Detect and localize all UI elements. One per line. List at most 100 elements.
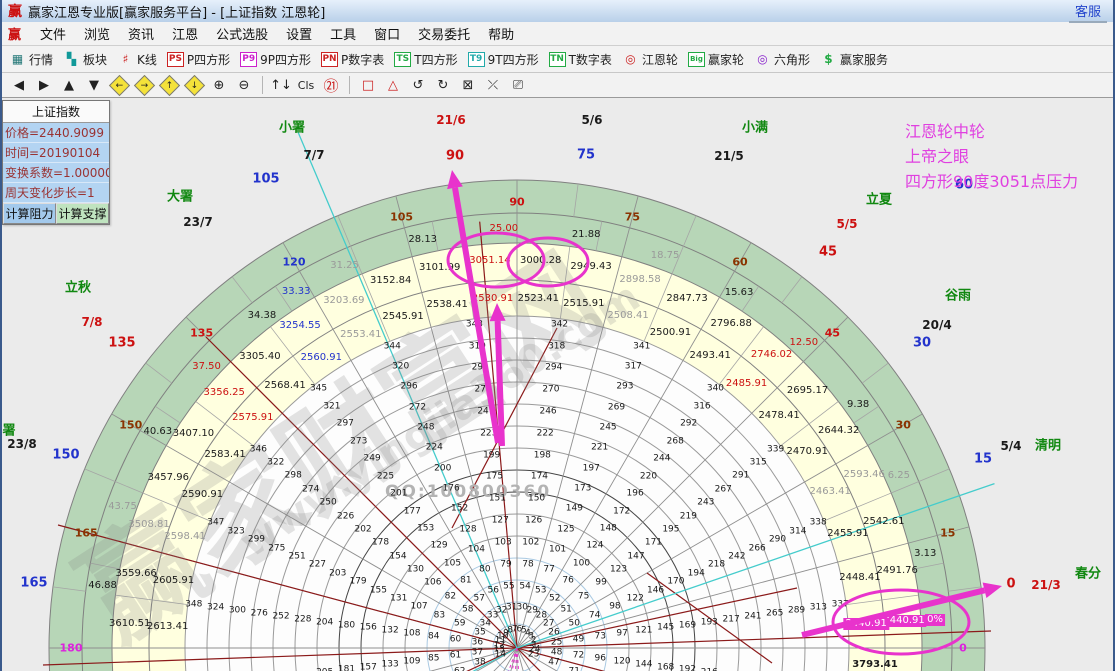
toolbar-label: P四方形 — [187, 51, 230, 68]
wheel-label: 76 — [562, 577, 573, 586]
wheel-label: 79 — [500, 560, 511, 569]
wheel-label: 2515.91 — [563, 299, 604, 309]
toolbar2-triangle-tool[interactable]: △ — [382, 76, 404, 95]
wheel-label: 3559.66 — [115, 569, 156, 579]
wheel-label: 145 — [657, 624, 674, 633]
wheel-label: 47 — [548, 659, 559, 668]
toolbar-label: 板块 — [83, 51, 107, 68]
wheel-label: 2523.41 — [518, 294, 559, 304]
wheel-label: 6.25 — [888, 471, 910, 481]
wheel-label: 3793.41 — [852, 660, 898, 670]
title-bar: 赢 赢家江恩专业版[赢家服务平台] - [上证指数 江恩轮] 客服 — [2, 0, 1113, 22]
window-title: 赢家江恩专业版[赢家服务平台] - [上证指数 江恩轮] — [28, 2, 325, 21]
wheel-label: 15 — [940, 527, 955, 538]
menu-item-帮助[interactable]: 帮助 — [479, 22, 523, 45]
menu-item-设置[interactable]: 设置 — [277, 22, 321, 45]
winner-wheel-icon: Big — [688, 52, 705, 67]
wheel-label: 3101.99 — [419, 263, 460, 273]
toolbar-button-六角形[interactable]: ◎六角形 — [751, 51, 813, 68]
menu-item-江恩[interactable]: 江恩 — [163, 22, 207, 45]
wheel-label: 144 — [635, 660, 652, 669]
wheel-label: 38 — [474, 659, 485, 668]
wheel-label: 40.63 — [144, 427, 173, 437]
toolbar2-zoom-out[interactable]: ⊖ — [233, 76, 255, 95]
toolbar-button-赢家服务[interactable]: $赢家服务 — [817, 51, 891, 68]
wheel-label: 7/8 — [81, 316, 102, 328]
wheel-label: 77 — [543, 566, 554, 575]
info-row: 价格=2440.9099 — [3, 123, 109, 143]
menu-item-公式选股[interactable]: 公式选股 — [207, 22, 277, 45]
wheel-label: 2605.91 — [153, 576, 194, 586]
toolbar-button-T数字表[interactable]: TNT数字表 — [546, 51, 615, 68]
toolbar-button-行情[interactable]: ▦行情 — [6, 51, 56, 68]
toolbar-button-江恩轮[interactable]: ◎江恩轮 — [619, 51, 681, 68]
toolbar-button-赢家轮[interactable]: Big赢家轮 — [685, 51, 747, 68]
toolbar-button-板块[interactable]: ▚板块 — [60, 51, 110, 68]
wheel-label: 83 — [434, 611, 445, 620]
toolbar-button-9T四方形[interactable]: T99T四方形 — [465, 51, 542, 68]
toolbar-label: T四方形 — [414, 51, 457, 68]
wheel-label: 241 — [744, 612, 761, 621]
wheel-label: 21.88 — [572, 230, 601, 240]
customer-service-link[interactable]: 客服 — [1069, 0, 1107, 23]
wheel-label: 340 — [707, 385, 724, 394]
toolbar2-nav-up[interactable]: ▲ — [58, 76, 80, 95]
toolbar-button-K线[interactable]: ♯K线 — [114, 51, 160, 68]
toolbar2-nav-left[interactable]: ◀ — [8, 76, 30, 95]
toolbar2-shift-left[interactable]: ← — [108, 76, 130, 95]
wheel-label: 165 — [75, 527, 98, 538]
toolbar2-box-x[interactable]: ⊠ — [457, 76, 479, 95]
wheel-label: 3000.28 — [520, 256, 561, 266]
wheel-label: 61 — [450, 652, 461, 661]
menu-item-窗口[interactable]: 窗口 — [365, 22, 409, 45]
toolbar2-rotate-cw[interactable]: ↻ — [432, 76, 454, 95]
toolbar-button-P四方形[interactable]: PSP四方形 — [164, 51, 233, 68]
toolbar2-shift-right[interactable]: → — [133, 76, 155, 95]
wheel-label: 23/8 — [7, 438, 36, 450]
wheel-label: 2545.91 — [382, 312, 423, 322]
toolbar-button-P数字表[interactable]: PNP数字表 — [318, 51, 387, 68]
menu-item-浏览[interactable]: 浏览 — [75, 22, 119, 45]
wheel-label: 218 — [708, 561, 725, 570]
toolbar-button-T四方形[interactable]: TST四方形 — [391, 51, 460, 68]
wheel-label: 106 — [424, 579, 441, 588]
wheel-label: 228 — [294, 615, 311, 624]
toolbar2-fit[interactable]: ⤫ — [482, 76, 504, 95]
wheel-label: 246 — [539, 408, 556, 417]
wheel-label: 323 — [228, 527, 245, 536]
wheel-label: 5/5 — [836, 218, 857, 230]
toolbar2-shift-up[interactable]: ↑ — [158, 76, 180, 95]
wheel-label: 219 — [680, 512, 697, 521]
wheel-label: 75 — [625, 212, 640, 223]
toolbar-button-9P四方形[interactable]: P99P四方形 — [237, 51, 314, 68]
toolbar2-shift-down[interactable]: ↓ — [183, 76, 205, 95]
pn-icon: PN — [321, 52, 338, 67]
wheel-label: 3254.55 — [279, 321, 320, 331]
menu-item-交易委托[interactable]: 交易委托 — [409, 22, 479, 45]
wheel-label: 128 — [459, 525, 476, 534]
wheel-label: 2478.41 — [758, 411, 799, 421]
wheel-label: 203 — [329, 569, 346, 578]
toolbar2-nav-right[interactable]: ▶ — [33, 76, 55, 95]
menu-item-文件[interactable]: 文件 — [31, 22, 75, 45]
menu-item-资讯[interactable]: 资讯 — [119, 22, 163, 45]
wheel-label: 78 — [522, 560, 533, 569]
wheel-label: 72 — [573, 652, 584, 661]
toolbar2-rotate-ccw[interactable]: ↺ — [407, 76, 429, 95]
toolbar2-select[interactable]: ⎚ — [507, 76, 529, 95]
wheel-label: 313 — [810, 604, 827, 613]
button-计算支撑[interactable]: 计算支撑 — [56, 203, 109, 224]
wheel-label: 292 — [680, 420, 697, 429]
wheel-label: 300 — [229, 607, 246, 616]
wheel-label: 265 — [766, 610, 783, 619]
toolbar2-updown[interactable]: ↑↓ — [270, 76, 292, 95]
toolbar2-calendar[interactable]: ㉑ — [320, 76, 342, 95]
toolbar2-square-tool[interactable]: □ — [357, 76, 379, 95]
toolbar2-zoom-in[interactable]: ⊕ — [208, 76, 230, 95]
menu-item-工具[interactable]: 工具 — [321, 22, 365, 45]
button-计算阻力[interactable]: 计算阻力 — [3, 203, 56, 224]
wheel-label: 154 — [389, 552, 406, 561]
toolbar2-nav-down[interactable]: ▼ — [83, 76, 105, 95]
wheel-label: 5/4 — [1000, 440, 1021, 452]
toolbar2-cls[interactable]: Cls — [295, 76, 317, 95]
